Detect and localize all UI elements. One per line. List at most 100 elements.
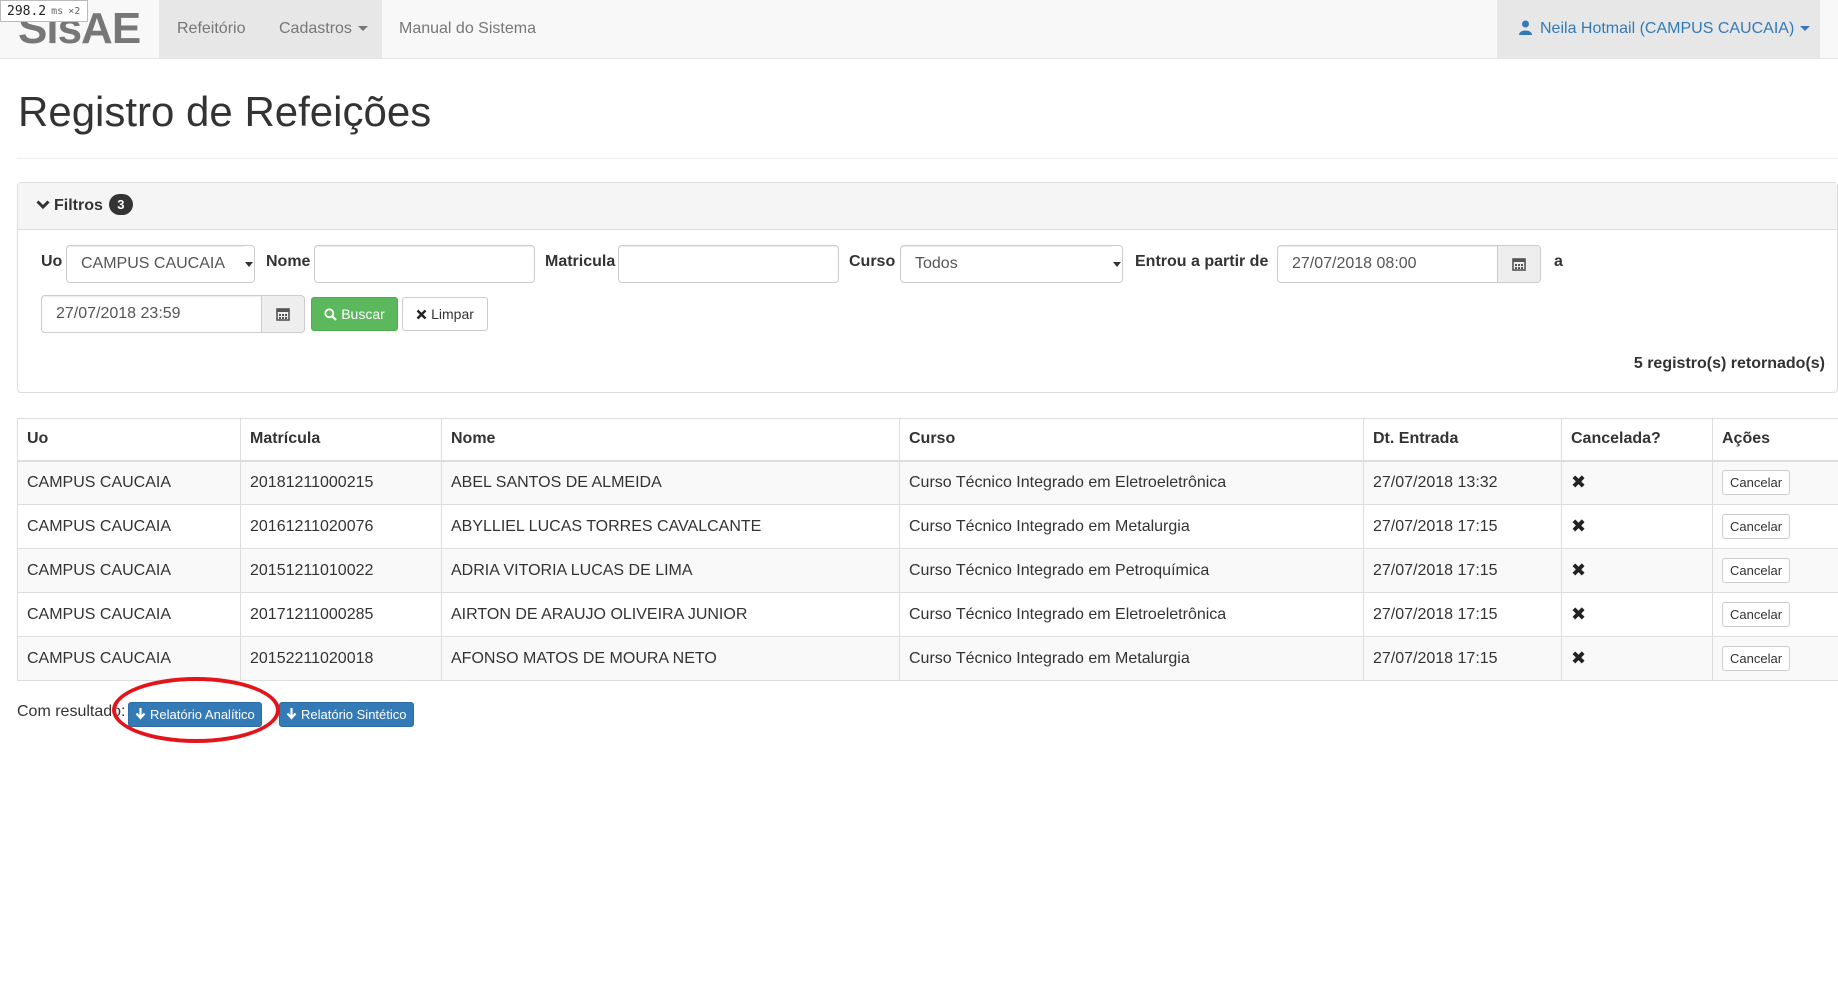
filters-panel: Filtros 3 Uo CAMPUS CAUCAIA Nome Matricul… xyxy=(17,182,1838,393)
cell-matricula: 20152211020018 xyxy=(240,636,442,681)
com-resultado-label: Com resultado: xyxy=(17,703,126,720)
meals-table: Uo Matrícula Nome Curso Dt. Entrada Canc… xyxy=(17,418,1838,681)
cell-matricula: 20151211010022 xyxy=(240,548,442,593)
cell-nome: ADRIA VITORIA LUCAS DE LIMA xyxy=(441,548,900,593)
cell-matricula: 20171211000285 xyxy=(240,592,442,637)
render-time-badge: 298.2 ms ×2 xyxy=(0,0,89,22)
buscar-button-label: Buscar xyxy=(341,306,385,322)
cell-dt-entrada: 27/07/2018 17:15 xyxy=(1363,636,1562,681)
nav-item-cadastros-label: Cadastros xyxy=(279,20,352,37)
nome-label: Nome xyxy=(266,253,311,270)
cell-cancelada: ✖ xyxy=(1561,592,1713,637)
relatorio-analitico-label: Relatório Analítico xyxy=(150,707,255,722)
cell-uo: CAMPUS CAUCAIA xyxy=(17,592,241,637)
table-row: CAMPUS CAUCAIA 20152211020018 AFONSO MAT… xyxy=(17,636,1838,681)
limpar-button[interactable]: Limpar xyxy=(402,297,488,331)
relatorio-sintetico-button[interactable]: Relatório Sintético xyxy=(279,702,414,727)
cell-matricula: 20181211000215 xyxy=(240,460,442,505)
chevron-down-icon xyxy=(357,26,368,32)
calendar-icon xyxy=(276,308,290,321)
cell-nome: AFONSO MATOS DE MOURA NETO xyxy=(441,636,900,681)
cell-dt-entrada: 27/07/2018 17:15 xyxy=(1363,592,1562,637)
column-header-uo[interactable]: Uo xyxy=(17,418,241,462)
close-icon xyxy=(416,309,427,319)
cell-uo: CAMPUS CAUCAIA xyxy=(17,504,241,549)
x-mark-icon: ✖ xyxy=(1571,648,1587,668)
cancelar-button[interactable]: Cancelar xyxy=(1722,514,1791,539)
filters-title: Filtros xyxy=(54,197,103,214)
arrow-down-icon xyxy=(135,708,146,720)
nav-item-manual[interactable]: Manual do Sistema xyxy=(399,0,536,58)
cell-cancelada: ✖ xyxy=(1561,504,1713,549)
cancelar-button[interactable]: Cancelar xyxy=(1722,602,1791,627)
cell-nome: ABEL SANTOS DE ALMEIDA xyxy=(441,460,900,505)
limpar-button-label: Limpar xyxy=(431,306,474,322)
column-header-acoes: Ações xyxy=(1712,418,1838,462)
render-time-value: 298.2 xyxy=(7,3,47,19)
column-header-curso[interactable]: Curso xyxy=(899,418,1364,462)
buscar-button[interactable]: Buscar xyxy=(311,297,398,331)
uo-label: Uo xyxy=(41,253,63,270)
cell-cancelada: ✖ xyxy=(1561,548,1713,593)
table-row: CAMPUS CAUCAIA 20171211000285 AIRTON DE … xyxy=(17,592,1838,637)
cell-cancelada: ✖ xyxy=(1561,636,1713,681)
chevron-down-icon xyxy=(1112,246,1122,282)
cell-acoes: Cancelar xyxy=(1712,460,1838,505)
cell-nome: ABYLLIEL LUCAS TORRES CAVALCANTE xyxy=(441,504,900,549)
curso-select[interactable]: Todos xyxy=(900,245,1123,283)
x-mark-icon: ✖ xyxy=(1571,516,1587,536)
cell-nome: AIRTON DE ARAUJO OLIVEIRA JUNIOR xyxy=(441,592,900,637)
nav-item-cadastros[interactable]: Cadastros xyxy=(279,0,368,58)
cell-cancelada: ✖ xyxy=(1561,460,1713,505)
cell-uo: CAMPUS CAUCAIA xyxy=(17,460,241,505)
cancelar-button[interactable]: Cancelar xyxy=(1722,558,1791,583)
cell-acoes: Cancelar xyxy=(1712,548,1838,593)
cell-uo: CAMPUS CAUCAIA xyxy=(17,636,241,681)
chevron-down-icon xyxy=(244,246,254,282)
start-date-calendar-button[interactable] xyxy=(1497,245,1541,283)
cell-dt-entrada: 27/07/2018 13:32 xyxy=(1363,460,1562,505)
top-navbar: SisAE Refeitório Cadastros Manual do Sis… xyxy=(0,0,1838,59)
curso-select-value: Todos xyxy=(915,255,958,272)
end-date-input[interactable]: 27/07/2018 23:59 xyxy=(41,295,262,333)
cancelar-button[interactable]: Cancelar xyxy=(1722,646,1791,671)
page-title: Registro de Refeições xyxy=(18,88,432,135)
entrou-label: Entrou a partir de xyxy=(1135,253,1269,270)
table-row: CAMPUS CAUCAIA 20181211000215 ABEL SANTO… xyxy=(17,460,1838,505)
table-row: CAMPUS CAUCAIA 20161211020076 ABYLLIEL L… xyxy=(17,504,1838,549)
user-icon xyxy=(1519,20,1532,35)
matricula-label: Matricula xyxy=(545,253,616,270)
search-icon xyxy=(324,307,337,321)
relatorio-sintetico-label: Relatório Sintético xyxy=(301,707,407,722)
column-header-cancelada[interactable]: Cancelada? xyxy=(1561,418,1713,462)
cell-matricula: 20161211020076 xyxy=(240,504,442,549)
uo-select[interactable]: CAMPUS CAUCAIA xyxy=(66,245,255,283)
chevron-down-icon xyxy=(36,200,50,210)
cell-dt-entrada: 27/07/2018 17:15 xyxy=(1363,548,1562,593)
cell-curso: Curso Técnico Integrado em Metalurgia xyxy=(899,636,1364,681)
render-time-multiplier: ×2 xyxy=(68,5,81,17)
header-divider xyxy=(17,158,1838,159)
nome-input[interactable] xyxy=(314,245,535,283)
column-header-nome[interactable]: Nome xyxy=(441,418,900,462)
cell-dt-entrada: 27/07/2018 17:15 xyxy=(1363,504,1562,549)
arrow-down-icon xyxy=(286,708,297,720)
relatorio-analitico-button[interactable]: Relatório Analítico xyxy=(128,702,262,727)
start-date-input[interactable]: 27/07/2018 08:00 xyxy=(1277,245,1498,283)
cell-uo: CAMPUS CAUCAIA xyxy=(17,548,241,593)
render-time-unit: ms xyxy=(51,5,64,17)
cell-acoes: Cancelar xyxy=(1712,636,1838,681)
user-menu[interactable]: Neila Hotmail (CAMPUS CAUCAIA) xyxy=(1497,0,1820,58)
nav-item-refeitorio[interactable]: Refeitório xyxy=(177,0,245,58)
matricula-input[interactable] xyxy=(618,245,839,283)
table-row: CAMPUS CAUCAIA 20151211010022 ADRIA VITO… xyxy=(17,548,1838,593)
end-date-calendar-button[interactable] xyxy=(261,295,305,333)
filters-count-badge: 3 xyxy=(108,194,133,215)
column-header-dt-entrada[interactable]: Dt. Entrada xyxy=(1363,418,1562,462)
cell-acoes: Cancelar xyxy=(1712,592,1838,637)
column-header-matricula[interactable]: Matrícula xyxy=(240,418,442,462)
date-range-separator: a xyxy=(1554,253,1563,270)
filters-toggle[interactable]: Filtros 3 xyxy=(18,183,1837,230)
result-count: 5 registro(s) retornado(s) xyxy=(1633,355,1825,372)
cancelar-button[interactable]: Cancelar xyxy=(1722,470,1791,496)
